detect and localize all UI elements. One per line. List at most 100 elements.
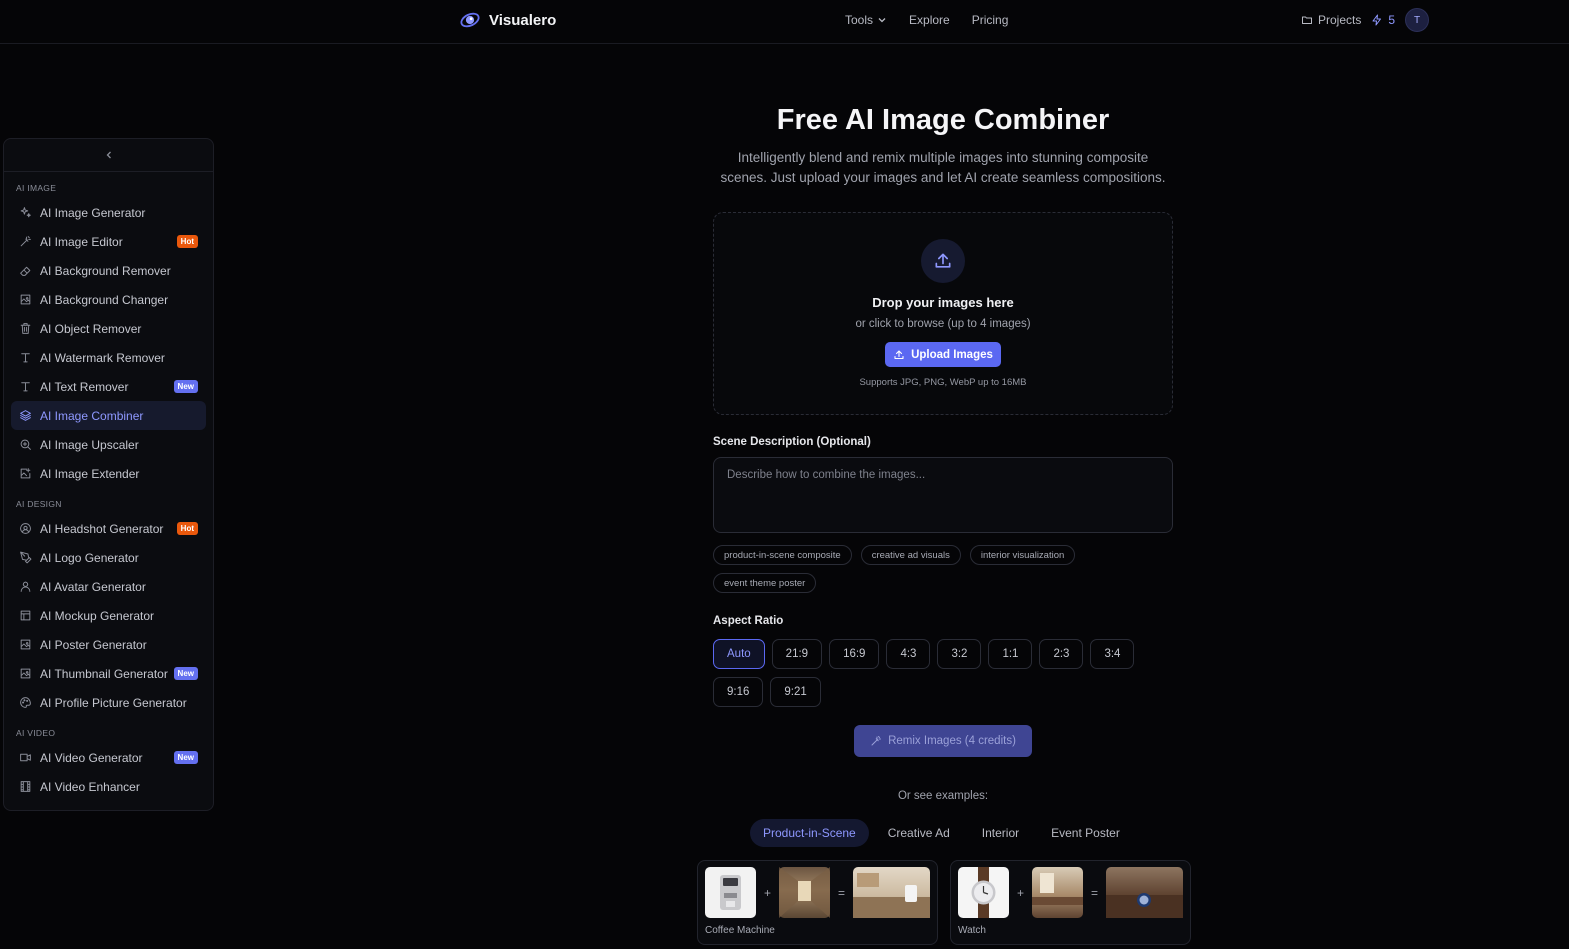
sidebar-item-icon [19, 206, 32, 219]
aspect-ratio-option[interactable]: 16:9 [829, 639, 880, 669]
aspect-ratio-option[interactable]: Auto [713, 639, 765, 669]
sidebar-item-icon [19, 751, 32, 764]
projects-link[interactable]: Projects [1301, 13, 1361, 27]
dropzone-title: Drop your images here [872, 295, 1014, 310]
aspect-ratio-label: Aspect Ratio [713, 615, 784, 627]
image-icon [20, 294, 31, 305]
sidebar-item-ai-object-remover[interactable]: AI Object Remover [11, 314, 206, 343]
prompt-chip[interactable]: product-in-scene composite [713, 545, 852, 565]
palette-icon [20, 697, 31, 708]
examples-label: Or see examples: [897, 790, 989, 802]
remix-images-button[interactable]: Remix Images (4 credits) [854, 725, 1032, 757]
credits-value: 5 [1388, 13, 1396, 27]
sidebar-item-ai-profile-picture-generator[interactable]: AI Profile Picture Generator [11, 688, 206, 717]
watch-on-desk-image [1106, 893, 1183, 918]
user-icon [20, 581, 31, 592]
sidebar-item-icon [19, 467, 32, 480]
aspect-ratio-option[interactable]: 9:16 [713, 677, 764, 707]
new-badge: New [173, 667, 198, 680]
image-icon [20, 639, 31, 650]
top-bar: Visualero Tools Explore Pricing Projects… [0, 0, 1569, 44]
sidebar-item-ai-image-editor[interactable]: AI Image Editor Hot [11, 227, 206, 256]
projects-label: Projects [1318, 13, 1362, 27]
sidebar-collapse-button[interactable] [4, 139, 213, 172]
example-card[interactable]: + = Coffee Machine [697, 860, 938, 945]
sidebar-item-label: AI Background Remover [40, 263, 171, 278]
aspect-ratio-option[interactable]: 3:2 [937, 639, 982, 669]
magic-wand-icon [871, 736, 882, 746]
hot-badge: Hot [176, 522, 198, 535]
sidebar-item-label: AI Logo Generator [40, 550, 139, 565]
sidebar-item-ai-thumbnail-generator[interactable]: AI Thumbnail Generator New [11, 659, 206, 688]
example-card[interactable]: + = Watch [950, 860, 1191, 945]
example-tab[interactable]: Creative Ad [875, 819, 963, 847]
nav-tools[interactable]: Tools [845, 13, 887, 27]
sidebar-item-ai-poster-generator[interactable]: AI Poster Generator [11, 630, 206, 659]
sidebar-item-label: AI Profile Picture Generator [40, 695, 187, 710]
video-icon [20, 753, 31, 762]
sidebar-item-ai-background-changer[interactable]: AI Background Changer [11, 285, 206, 314]
sidebar-item-ai-text-remover[interactable]: AI Text Remover New [11, 372, 206, 401]
example-input-image [705, 867, 756, 918]
equals-sign: = [1091, 886, 1099, 900]
sidebar-item-ai-logo-generator[interactable]: AI Logo Generator [11, 543, 206, 572]
sidebar-item-ai-image-extender[interactable]: AI Image Extender [11, 459, 206, 488]
sidebar-item-icon [19, 235, 32, 248]
aspect-ratio-option[interactable]: 1:1 [988, 639, 1033, 669]
upload-images-label: Upload Images [911, 348, 993, 361]
text-icon [21, 382, 30, 392]
prompt-chip[interactable]: interior visualization [969, 545, 1076, 565]
sidebar-item-label: AI Object Remover [40, 321, 142, 336]
aspect-ratio-option[interactable]: 21:9 [771, 639, 823, 669]
prompt-chip[interactable]: creative ad visuals [860, 545, 961, 565]
sidebar-section-label: AI IMAGE [16, 183, 57, 193]
sidebar-item-icon [19, 522, 32, 535]
sidebar: AI IMAGE AI Image Generator AI Image Edito… [3, 138, 214, 811]
sidebar-item-icon [19, 264, 32, 277]
example-label: Watch [958, 925, 986, 936]
aspect-ratio-option[interactable]: 9:21 [770, 677, 821, 707]
page-title: Free AI Image Combiner [776, 104, 1110, 136]
credits-counter[interactable]: 5 [1371, 13, 1395, 27]
plus-sign: + [1017, 886, 1025, 900]
upload-images-button[interactable]: Upload Images [885, 342, 1001, 367]
hot-badge: Hot [176, 235, 198, 248]
dropzone-note: Supports JPG, PNG, WebP up to 16MB [859, 377, 1027, 388]
sidebar-item-icon [19, 667, 32, 680]
sidebar-item-ai-avatar-generator[interactable]: AI Avatar Generator [11, 572, 206, 601]
sidebar-item-ai-image-upscaler[interactable]: AI Image Upscaler [11, 430, 206, 459]
prompt-chip[interactable]: event theme poster [713, 573, 817, 593]
example-tab[interactable]: Interior [969, 819, 1032, 847]
example-tab[interactable]: Product-in-Scene [750, 819, 869, 847]
sidebar-item-ai-headshot-generator[interactable]: AI Headshot Generator Hot [11, 514, 206, 543]
kitchen-image [853, 873, 930, 918]
upload-dropzone[interactable]: Drop your images here or click to browse… [713, 212, 1173, 415]
remix-images-label: Remix Images (4 credits) [888, 735, 1016, 747]
sidebar-item-ai-image-generator[interactable]: AI Image Generator [11, 198, 206, 227]
aspect-ratio-option[interactable]: 4:3 [886, 639, 931, 669]
example-input-image [1032, 867, 1083, 918]
example-input-image [779, 867, 830, 918]
upload-icon [935, 253, 951, 268]
aspect-ratio-option[interactable]: 2:3 [1039, 639, 1084, 669]
aspect-ratio-option[interactable]: 3:4 [1090, 639, 1135, 669]
sidebar-item-ai-video-generator[interactable]: AI Video Generator New [11, 743, 206, 772]
sidebar-item-ai-image-combiner[interactable]: AI Image Combiner [11, 401, 206, 430]
chevron-left-icon [106, 151, 111, 159]
sidebar-item-ai-mockup-generator[interactable]: AI Mockup Generator [11, 601, 206, 630]
sidebar-item-icon [19, 293, 32, 306]
nav-pricing[interactable]: Pricing [972, 13, 1009, 27]
sidebar-item-ai-watermark-remover[interactable]: AI Watermark Remover [11, 343, 206, 372]
sidebar-section-label: AI DESIGN [16, 499, 62, 509]
sidebar-item-label: AI Image Upscaler [40, 437, 139, 452]
lightning-icon [1372, 14, 1382, 26]
nav-explore[interactable]: Explore [909, 13, 950, 27]
sidebar-item-label: AI Watermark Remover [40, 350, 165, 365]
user-avatar[interactable]: T [1405, 8, 1430, 32]
brand-logo[interactable]: Visualero [459, 9, 556, 31]
example-tab[interactable]: Event Poster [1038, 819, 1133, 847]
scene-description-input[interactable]: Describe how to combine the images... [713, 457, 1173, 533]
sidebar-item-label: AI Text Remover [40, 379, 129, 394]
sidebar-item-ai-background-remover[interactable]: AI Background Remover [11, 256, 206, 285]
upload-icon [894, 349, 904, 359]
